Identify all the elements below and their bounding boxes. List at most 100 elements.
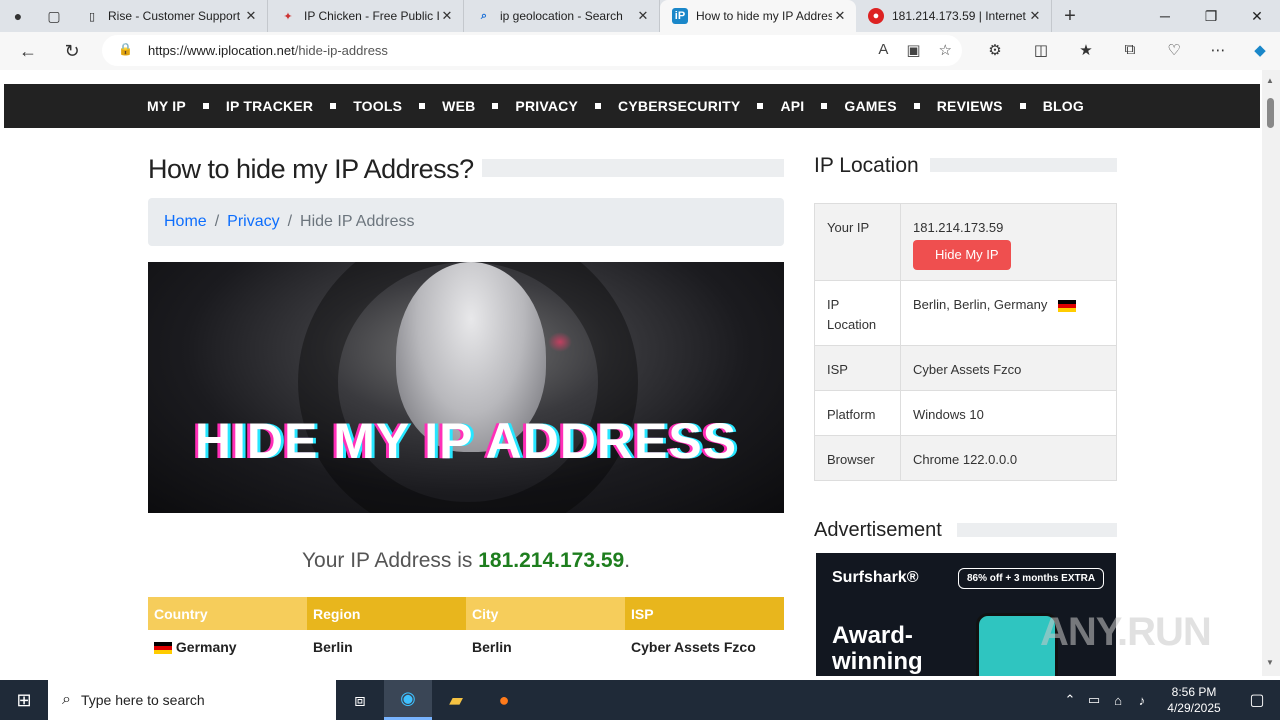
search-icon: ⌕: [480, 9, 488, 22]
breadcrumb-privacy[interactable]: Privacy: [227, 213, 279, 231]
nav-separator: [757, 103, 764, 109]
close-tab-icon[interactable]: ✕: [439, 8, 455, 24]
nav-ip-tracker[interactable]: IP TRACKER: [226, 98, 313, 114]
show-hidden-icons-icon[interactable]: ⌃: [1058, 692, 1082, 708]
tab-title: Rise - Customer Support: [108, 9, 241, 23]
immersive-reader-icon[interactable]: ▣: [906, 41, 920, 59]
nav-separator: [492, 103, 499, 109]
close-window-button[interactable]: ✕: [1234, 0, 1280, 32]
row-key-platform: Platform: [814, 390, 901, 436]
your-ip-text: Your IP Address is 181.214.173.59.: [148, 549, 784, 573]
your-ip-value: 181.214.173.59: [478, 549, 625, 572]
row-value-isp: Cyber Assets Fzco: [900, 345, 1117, 391]
nav-reviews[interactable]: REVIEWS: [937, 98, 1003, 114]
nav-separator: [913, 103, 920, 109]
cell-isp: Cyber Assets Fzco: [631, 638, 756, 655]
more-menu-icon[interactable]: ⋯: [1196, 41, 1240, 59]
heading-rule: [482, 159, 784, 177]
back-button[interactable]: ←: [6, 41, 50, 62]
favorites-icon[interactable]: ★: [1064, 41, 1108, 59]
nav-tools[interactable]: TOOLS: [353, 98, 402, 114]
row-value-browser: Chrome 122.0.0.0: [900, 435, 1117, 481]
ip-info-table: Country Region City ISP Germany Berlin B…: [148, 597, 784, 663]
nav-cybersecurity[interactable]: CYBERSECURITY: [618, 98, 740, 114]
tab-hide-ip[interactable]: iP How to hide my IP Address ✕: [660, 0, 856, 32]
tab-rise[interactable]: ▯ Rise - Customer Support ✕: [72, 0, 268, 32]
close-tab-icon[interactable]: ✕: [832, 8, 848, 24]
restore-button[interactable]: ❐: [1188, 0, 1234, 32]
url-host: https://www.iplocation.net: [148, 43, 295, 58]
document-icon: ▯: [88, 10, 96, 23]
germany-flag-icon: [1058, 299, 1077, 312]
tab-actions-icon[interactable]: ▢: [36, 0, 72, 32]
page-title: How to hide my IP Address?: [148, 154, 474, 184]
edge-icon[interactable]: ◉: [384, 680, 432, 720]
clock[interactable]: 8:56 PM 4/29/2025: [1154, 684, 1234, 716]
your-ip-value: 181.214.173.59: [913, 220, 1004, 235]
scroll-thumb[interactable]: [1267, 98, 1274, 128]
browser-essentials-icon[interactable]: ♡: [1152, 41, 1196, 59]
country-value: Germany: [175, 638, 237, 655]
site-icon: ●: [868, 8, 884, 24]
split-screen-icon[interactable]: ◫: [1018, 41, 1064, 59]
clock-date: 4/29/2025: [1167, 701, 1221, 715]
nav-games[interactable]: GAMES: [844, 98, 896, 114]
file-explorer-icon[interactable]: ▰: [432, 680, 480, 720]
hero-text: HIDE MY IP ADDRESS: [194, 413, 738, 469]
header-city: City: [466, 597, 625, 630]
ip-location-title: IP Location: [814, 154, 919, 177]
close-tab-icon[interactable]: ✕: [243, 8, 259, 24]
volume-icon[interactable]: ♪: [1130, 693, 1154, 708]
lock-icon[interactable]: 🔒: [118, 42, 133, 56]
scroll-up-icon[interactable]: ▲: [1266, 76, 1274, 85]
row-value-your-ip: 181.214.173.59 Hide My IP: [900, 203, 1117, 281]
notifications-icon[interactable]: ▢: [1234, 690, 1280, 710]
nav-api[interactable]: API: [780, 98, 804, 114]
tab-strip: ● ▢ ▯ Rise - Customer Support ✕ ✦ IP Chi…: [0, 0, 1280, 32]
close-tab-icon[interactable]: ✕: [635, 8, 651, 24]
page-scrollbar[interactable]: ▲ ▼: [1262, 70, 1280, 676]
tab-search[interactable]: ⌕ ip geolocation - Search ✕: [464, 0, 660, 32]
favorite-star-icon[interactable]: ☆: [939, 41, 952, 59]
cell-region: Berlin: [313, 638, 353, 655]
taskbar: ⊞ ⌕ Type here to search ⧈ ◉ ▰ ● ⌃ ▭ ⌂ ♪ …: [0, 680, 1280, 720]
nav-separator: [595, 103, 602, 109]
profile-icon[interactable]: ●: [0, 0, 36, 32]
hide-my-ip-button[interactable]: Hide My IP: [913, 240, 1011, 270]
ad-heading-rule: [957, 523, 1117, 537]
device-icon[interactable]: ▭: [1082, 692, 1106, 708]
row-key-ip-location: IP Location: [814, 280, 901, 346]
extensions-icon[interactable]: ⚙: [972, 41, 1018, 59]
minimize-button[interactable]: ─: [1142, 0, 1188, 32]
close-tab-icon[interactable]: ✕: [1027, 8, 1043, 24]
url-field[interactable]: 🔒 https://www.iplocation.net/hide-ip-add…: [102, 35, 962, 66]
windows-start-icon[interactable]: ⊞: [0, 680, 48, 720]
sidebar-heading-rule: [930, 158, 1117, 172]
scroll-down-icon[interactable]: ▼: [1266, 658, 1274, 667]
chicken-icon: ✦: [283, 10, 293, 23]
breadcrumb-home[interactable]: Home: [164, 213, 207, 231]
firefox-icon[interactable]: ●: [480, 680, 528, 720]
breadcrumb-separator: /: [214, 213, 220, 230]
task-view-icon[interactable]: ⧈: [336, 680, 384, 720]
collections-icon[interactable]: ⧉: [1108, 41, 1152, 59]
tab-ip-internet[interactable]: ● 181.214.173.59 | Internet ✕: [856, 0, 1052, 32]
ad-headline: Award- winning: [832, 622, 923, 675]
location-value: Berlin, Berlin, Germany: [913, 297, 1048, 312]
read-aloud-icon[interactable]: A: [878, 41, 888, 59]
iplocation-icon: iP: [672, 8, 688, 24]
refresh-button[interactable]: ↻: [50, 41, 94, 62]
copilot-icon[interactable]: ◆: [1240, 41, 1280, 59]
new-tab-button[interactable]: +: [1052, 5, 1088, 28]
nav-my-ip[interactable]: MY IP: [147, 98, 186, 114]
tab-ipchicken[interactable]: ✦ IP Chicken - Free Public IP ✕: [268, 0, 464, 32]
taskbar-search[interactable]: ⌕ Type here to search: [48, 680, 336, 720]
row-key-browser: Browser: [814, 435, 901, 481]
header-isp: ISP: [625, 597, 784, 630]
mask-cheek: [548, 332, 572, 352]
network-icon[interactable]: ⌂: [1106, 693, 1130, 708]
nav-privacy[interactable]: PRIVACY: [515, 98, 578, 114]
nav-separator: [419, 103, 426, 109]
nav-web[interactable]: WEB: [442, 98, 475, 114]
nav-blog[interactable]: BLOG: [1043, 98, 1084, 114]
